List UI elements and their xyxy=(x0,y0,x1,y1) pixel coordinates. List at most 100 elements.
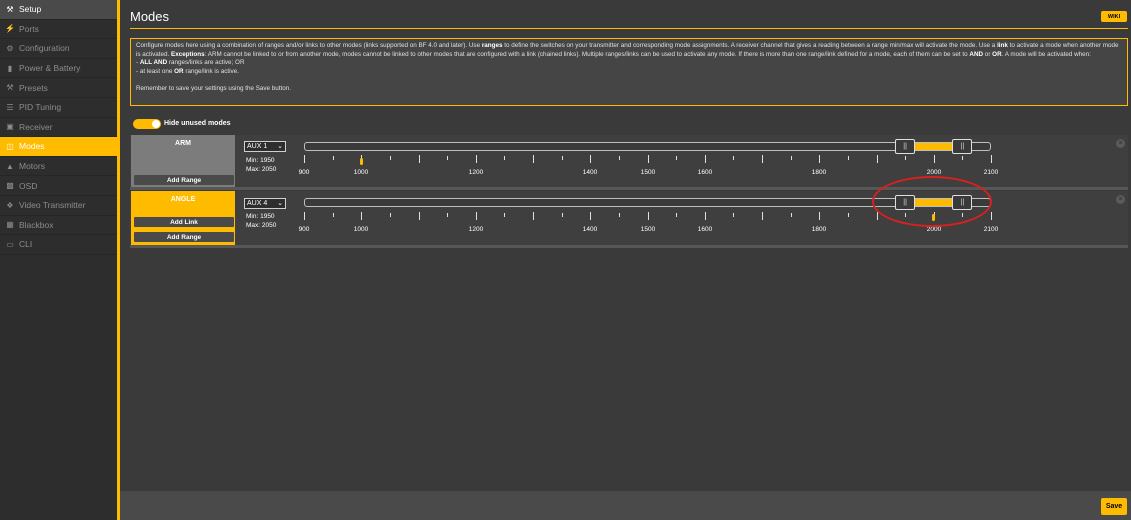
scale-tick xyxy=(562,213,563,217)
scale-tick xyxy=(848,156,849,160)
range-max-handle[interactable]: || xyxy=(952,139,973,154)
scale-tick-label: 2000 xyxy=(926,169,942,176)
scale-tick xyxy=(590,212,591,220)
row-separator xyxy=(130,245,1128,248)
wrench-icon: ⚒ xyxy=(6,4,14,14)
hide-unused-modes-label: Hide unused modes xyxy=(164,120,231,127)
scale-tick-label: 900 xyxy=(298,169,310,176)
scale-tick xyxy=(390,156,391,160)
battery-icon: ▮ xyxy=(7,63,13,73)
footer-bar xyxy=(120,491,1131,520)
antenna-icon: ❖ xyxy=(6,200,14,210)
scale-tick xyxy=(648,155,649,163)
note-list-item: - at least one OR range/link is active. xyxy=(136,67,239,75)
scale-tick-label: 1200 xyxy=(468,226,484,233)
sidebar-item-osd[interactable]: ▩ OSD xyxy=(0,176,117,196)
scale-tick xyxy=(304,212,305,220)
scale-tick xyxy=(419,212,420,220)
scale-tick xyxy=(562,156,563,160)
scale-tick-label: 1000 xyxy=(353,226,369,233)
channel-select[interactable]: AUX 4 ⌄ xyxy=(244,198,286,209)
wiki-button[interactable]: WIKI xyxy=(1101,11,1127,22)
add-range-button[interactable]: Add Range xyxy=(134,175,234,185)
sidebar-item-presets[interactable]: ⚒ Presets xyxy=(0,78,117,98)
sidebar-item-blackbox[interactable]: ▦ Blackbox xyxy=(0,216,117,236)
scale-tick xyxy=(361,212,362,220)
hide-unused-modes-toggle[interactable] xyxy=(133,119,161,129)
note-list-item: - ALL AND ranges/links are active; OR xyxy=(136,59,245,66)
scale-tick xyxy=(733,213,734,217)
range-track[interactable] xyxy=(304,142,991,151)
sidebar-item-cli[interactable]: ▭ CLI xyxy=(0,235,117,255)
scale-tick xyxy=(962,156,963,160)
save-button[interactable]: Save xyxy=(1101,498,1127,515)
sidebar-item-configuration[interactable]: ⚙ Configuration xyxy=(0,39,117,59)
scale-tick xyxy=(705,212,706,220)
scale-tick xyxy=(819,155,820,163)
scale-tick xyxy=(476,212,477,220)
sidebar-item-pid-tuning[interactable]: ☰ PID Tuning xyxy=(0,98,117,118)
chevron-down-icon: ⌄ xyxy=(277,200,283,207)
scale-tick-label: 1800 xyxy=(811,226,827,233)
sidebar-item-video-transmitter[interactable]: ❖ Video Transmitter xyxy=(0,196,117,216)
scale-tick-label: 900 xyxy=(298,226,310,233)
scale-tick xyxy=(447,213,448,217)
sidebar-divider xyxy=(117,0,120,520)
sidebar-item-modes[interactable]: ◫ Modes xyxy=(0,137,117,157)
remove-range-icon[interactable]: × xyxy=(1116,139,1125,148)
scale-tick-label: 1200 xyxy=(468,169,484,176)
mode-box: ARM Add Range xyxy=(131,135,235,188)
sidebar-item-label: Setup xyxy=(19,4,42,15)
title-divider xyxy=(130,28,1128,29)
scale-tick xyxy=(476,155,477,163)
scale-tick-label: 2100 xyxy=(983,226,999,233)
sidebar-item-label: Ports xyxy=(19,23,39,34)
scale-tick xyxy=(619,156,620,160)
toggle-knob xyxy=(152,120,160,128)
scale-tick-label: 1500 xyxy=(640,169,656,176)
sidebar-item-receiver[interactable]: ▣ Receiver xyxy=(0,118,117,138)
scale-tick xyxy=(333,213,334,217)
scale-tick xyxy=(676,156,677,160)
scale-tick xyxy=(590,155,591,163)
scale-tick-label: 1500 xyxy=(640,226,656,233)
sidebar-item-ports[interactable]: ⚡ Ports xyxy=(0,20,117,40)
plug-icon: ⚡ xyxy=(5,24,15,34)
modes-icon: ◫ xyxy=(6,141,14,151)
scale-tick xyxy=(705,155,706,163)
remove-range-icon[interactable]: × xyxy=(1116,195,1125,204)
add-range-button[interactable]: Add Range xyxy=(134,232,234,242)
scale-tick xyxy=(533,212,534,220)
scale-tick xyxy=(991,155,992,163)
scale-tick xyxy=(419,155,420,163)
scale-tick xyxy=(733,156,734,160)
scale-tick xyxy=(447,156,448,160)
sidebar-item-label: Receiver xyxy=(19,121,53,132)
range-min-handle[interactable]: || xyxy=(895,139,916,154)
sidebar-item-label: Modes xyxy=(19,141,45,152)
osd-icon: ▩ xyxy=(6,181,14,191)
scale-tick xyxy=(533,155,534,163)
scale-tick xyxy=(648,212,649,220)
page-title: Modes xyxy=(130,9,170,24)
scale-tick xyxy=(848,213,849,217)
scale-tick xyxy=(934,155,935,163)
gear-icon: ⚙ xyxy=(6,43,14,53)
add-link-button[interactable]: Add Link xyxy=(134,217,234,227)
sidebar-item-motors[interactable]: ▲ Motors xyxy=(0,157,117,177)
scale-tick xyxy=(390,213,391,217)
scale-tick xyxy=(762,212,763,220)
sidebar-item-power-battery[interactable]: ▮ Power & Battery xyxy=(0,59,117,79)
sidebar-item-label: PID Tuning xyxy=(19,102,62,113)
channel-select[interactable]: AUX 1 ⌄ xyxy=(244,141,286,152)
mode-name: ANGLE xyxy=(170,196,196,203)
sidebar-item-setup[interactable]: ⚒ Setup xyxy=(0,0,117,20)
scale-tick xyxy=(619,213,620,217)
sidebar-item-label: OSD xyxy=(19,180,38,191)
scale-tick xyxy=(762,155,763,163)
annotation-highlight-ellipse xyxy=(872,176,992,227)
sidebar-item-label: Configuration xyxy=(19,43,70,54)
sidebar: ⚒ Setup ⚡ Ports ⚙ Configuration ▮ Power & Ba… xyxy=(0,0,117,520)
wrench-icon: ⚒ xyxy=(6,83,14,93)
scale-tick xyxy=(905,156,906,160)
